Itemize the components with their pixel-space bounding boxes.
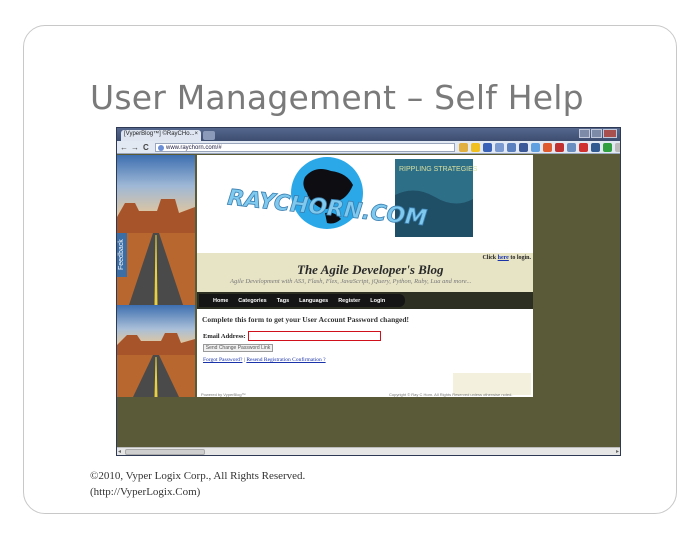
form-title: Complete this form to get your User Acco… [202, 315, 409, 324]
minimize-button[interactable] [579, 129, 590, 138]
url-text: www.raychorn.com/# [166, 145, 222, 151]
mail-icon[interactable] [555, 143, 564, 152]
extension-icons [459, 143, 620, 152]
page-globe-icon [158, 145, 164, 151]
resend-confirmation-link[interactable]: Resend Registration Confirmation ? [246, 357, 325, 363]
share-icon[interactable] [507, 143, 516, 152]
website-content: RIPPLING STRATEGIES RAYCHORN.COM Click h… [197, 155, 533, 397]
forgot-password-link[interactable]: Forgot Password? [203, 357, 242, 363]
browser-tab[interactable]: [VyperBlog™] ©RayCHo... × [121, 130, 201, 141]
menu-languages[interactable]: Languages [299, 298, 328, 304]
copyright-url: (http://VyperLogix.Com) [90, 486, 201, 498]
play-icon[interactable] [483, 143, 492, 152]
login-prefix: Click [482, 255, 498, 261]
page-menu-icon[interactable] [615, 143, 620, 152]
new-tab-button[interactable] [203, 131, 215, 140]
extension-icon[interactable] [543, 143, 552, 152]
rss-icon[interactable] [459, 143, 468, 152]
camera-icon[interactable] [591, 143, 600, 152]
slide-title: User Management – Self Help [90, 78, 584, 117]
green-extension-icon[interactable] [603, 143, 612, 152]
star-icon[interactable] [471, 143, 480, 152]
tab-title: [VyperBlog™] ©RayCHo... [124, 131, 195, 137]
twitter-icon[interactable] [531, 143, 540, 152]
slide-footer: ©2010, Vyper Logix Corp., All Rights Res… [90, 468, 305, 500]
send-change-password-button[interactable]: Send Change Password Link [203, 344, 273, 352]
horizontal-scrollbar[interactable]: ◂ ▸ [117, 447, 620, 455]
site-footer-right: Copyright © Ray C Horn. All Rights Reser… [389, 392, 513, 397]
rippling-text: RIPPLING STRATEGIES [399, 166, 478, 173]
help-links: Forgot Password? | Resend Registration C… [203, 357, 326, 363]
blog-title: The Agile Developer's Blog [297, 262, 444, 277]
forward-button[interactable]: → [131, 143, 139, 152]
reload-button[interactable]: C [143, 143, 149, 152]
menu-tags[interactable]: Tags [277, 298, 289, 304]
email-label: Email Address: [203, 333, 246, 340]
address-bar[interactable]: www.raychorn.com/# [155, 143, 455, 152]
email-field[interactable] [248, 331, 381, 341]
login-here-link[interactable]: here [498, 255, 509, 261]
menu-home[interactable]: Home [213, 298, 228, 304]
tab-close-icon[interactable]: × [194, 131, 198, 137]
blog-subtitle: Agile Development with AS3, Flash, Flex,… [230, 278, 472, 285]
scroll-left-icon[interactable]: ◂ [118, 448, 121, 455]
road-image-top [117, 155, 195, 305]
login-suffix: to login. [508, 255, 531, 261]
stop-icon[interactable] [579, 143, 588, 152]
site-footer-left: Powered by VyperBlog™ [201, 392, 246, 397]
browser-titlebar: [VyperBlog™] ©RayCHo... × [117, 128, 620, 141]
window-controls [579, 129, 617, 138]
facebook-icon[interactable] [519, 143, 528, 152]
translate-icon[interactable] [567, 143, 576, 152]
browser-navbar: ← → C www.raychorn.com/# [117, 141, 620, 154]
login-hint: Click here to login. [482, 255, 531, 261]
bookmark-icon[interactable] [495, 143, 504, 152]
scroll-right-icon[interactable]: ▸ [616, 448, 619, 455]
menu-login[interactable]: Login [370, 298, 385, 304]
site-menu: Home Categories Tags Languages Register … [199, 294, 405, 307]
page-viewport: Feedback RIPPLING STRATEGIES RAYCHORN.CO… [117, 155, 620, 447]
copyright-text: ©2010, Vyper Logix Corp., All Rights Res… [90, 470, 306, 482]
back-button[interactable]: ← [120, 143, 128, 152]
menu-categories[interactable]: Categories [238, 298, 266, 304]
scroll-thumb[interactable] [125, 449, 205, 455]
menu-register[interactable]: Register [338, 298, 360, 304]
road-image-bottom [117, 305, 195, 397]
site-banner: RIPPLING STRATEGIES RAYCHORN.COM [197, 155, 533, 255]
maximize-button[interactable] [591, 129, 602, 138]
close-window-button[interactable] [603, 129, 617, 138]
browser-window: [VyperBlog™] ©RayCHo... × ← → C www.rayc… [116, 127, 621, 456]
feedback-tab[interactable]: Feedback [117, 233, 127, 277]
